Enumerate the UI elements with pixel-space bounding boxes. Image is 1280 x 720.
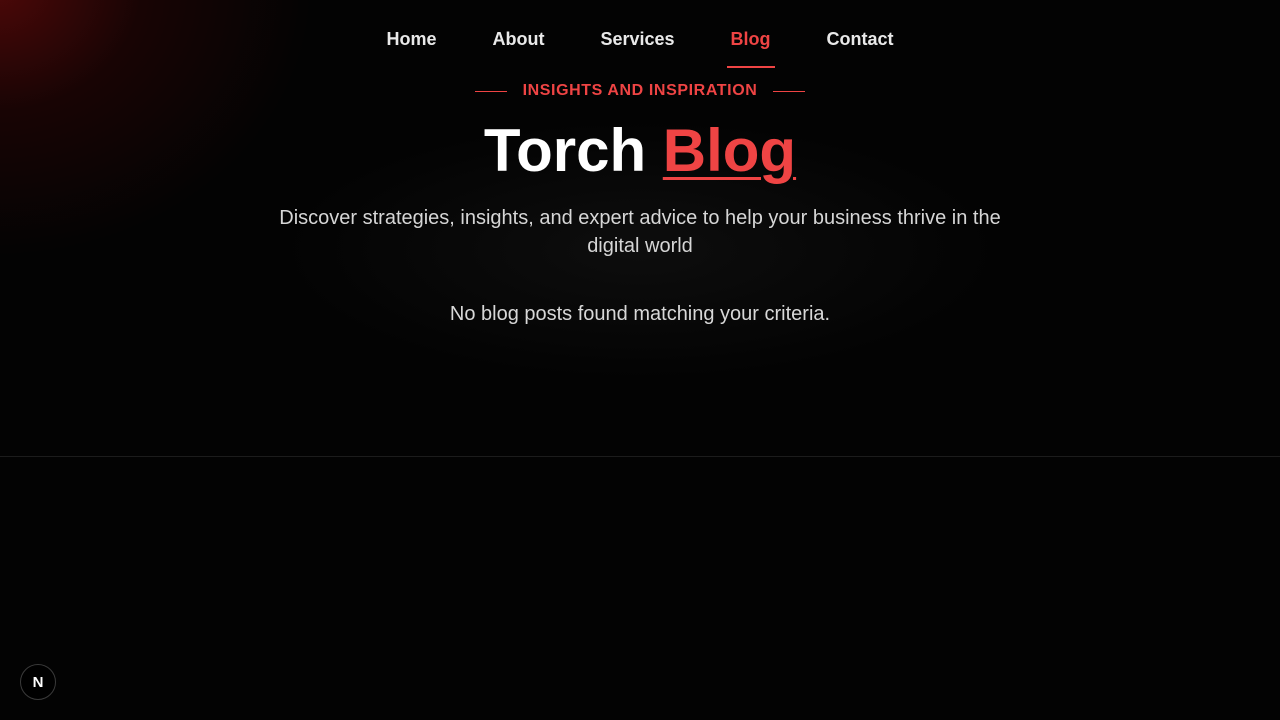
- nav-item-blog[interactable]: Blog: [726, 0, 775, 68]
- eyebrow-left-line: [474, 90, 507, 92]
- nav-item-services[interactable]: Services: [600, 0, 674, 68]
- page-subtitle: Discover strategies, insights, and exper…: [279, 207, 1001, 257]
- nav-item-about[interactable]: About: [492, 0, 544, 68]
- page-title-main: Torch: [483, 117, 647, 184]
- top-nav: Home About Services Blog Contact: [0, 0, 1280, 70]
- section-divider: [0, 456, 1280, 457]
- page: Home About Services Blog Contact INSIGHT…: [0, 0, 1280, 720]
- page-title: Torch Blog: [0, 116, 1280, 186]
- page-title-accent: Blog: [662, 117, 797, 184]
- eyebrow-right-line: [773, 90, 806, 92]
- nav-item-home[interactable]: Home: [386, 0, 436, 68]
- eyebrow: INSIGHTS AND INSPIRATION: [0, 82, 1280, 100]
- empty-state-message: No blog posts found matching your criter…: [449, 303, 831, 325]
- n-badge-label: N: [32, 673, 44, 691]
- nav-item-contact[interactable]: Contact: [827, 0, 894, 68]
- eyebrow-text: INSIGHTS AND INSPIRATION: [522, 82, 758, 99]
- nextjs-n-icon[interactable]: N: [20, 664, 56, 700]
